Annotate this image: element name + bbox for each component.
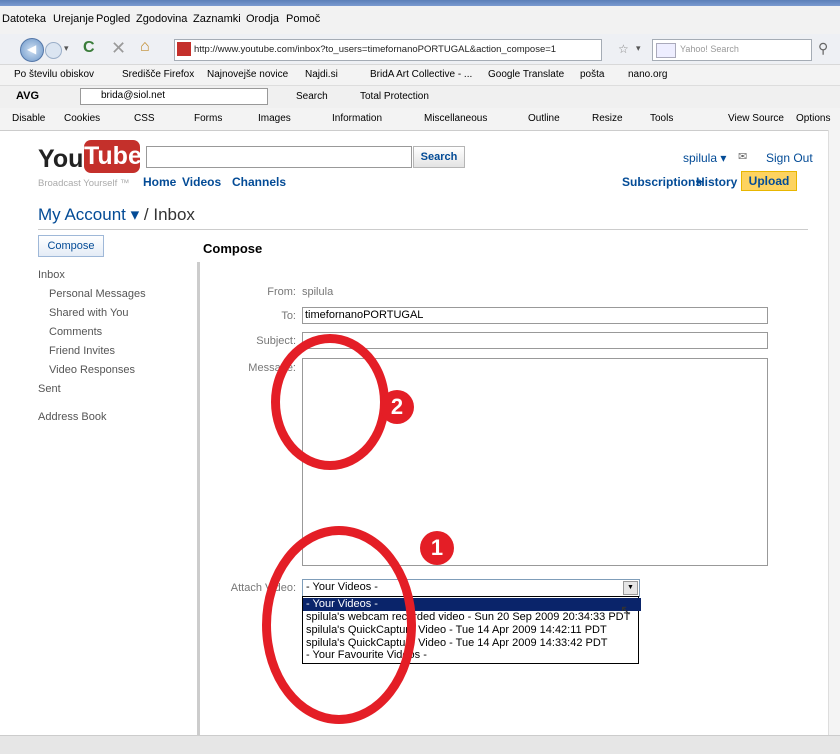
bookmark-most-visited[interactable]: Po številu obiskov	[14, 69, 94, 80]
dev-resize[interactable]: Resize	[592, 113, 623, 124]
bookmark-posta[interactable]: pošta	[580, 69, 604, 80]
site-favicon-icon	[177, 42, 191, 56]
search-engine-box[interactable]: Yahoo! Search	[652, 39, 812, 61]
avg-email-box[interactable]: brida@siol.net	[80, 88, 268, 105]
dev-images[interactable]: Images	[258, 113, 291, 124]
header-divider	[38, 229, 808, 230]
menu-tools[interactable]: Orodja	[246, 13, 279, 25]
menu-help[interactable]: Pomoč	[286, 13, 320, 25]
sidebar-inbox[interactable]: Inbox	[38, 269, 65, 281]
youtube-logo-you[interactable]: You	[38, 145, 83, 174]
dev-disable[interactable]: Disable	[12, 113, 45, 124]
to-label: To:	[281, 310, 296, 322]
annotation-badge-2: 2	[380, 390, 414, 424]
avg-protection-button[interactable]: Total Protection	[360, 91, 429, 102]
bookmark-google-translate[interactable]: Google Translate	[488, 69, 564, 80]
annotation-circle-2	[271, 334, 389, 470]
dev-information[interactable]: Information	[332, 113, 382, 124]
url-dropdown-icon[interactable]: ▾	[636, 43, 641, 54]
from-value: spilula	[302, 286, 334, 298]
youtube-logo-tube[interactable]: Tube	[84, 140, 142, 173]
bookmarks-toolbar: Po številu obiskov Središče Firefox Najn…	[0, 65, 840, 86]
back-button[interactable]: ◀	[20, 38, 44, 62]
url-bar[interactable]: http://www.youtube.com/inbox?to_users=ti…	[174, 39, 602, 61]
breadcrumb: My Account ▾ / Inbox	[38, 205, 195, 225]
menu-history[interactable]: Zgodovina	[136, 13, 187, 25]
bookmark-najdi[interactable]: Najdi.si	[305, 69, 338, 80]
sidebar-sent[interactable]: Sent	[38, 383, 61, 395]
sidebar-divider	[197, 262, 200, 742]
menu-file[interactable]: Datoteka	[2, 13, 46, 25]
bookmark-nano[interactable]: nano.org	[628, 69, 667, 80]
nav-home[interactable]: Home	[143, 175, 176, 189]
menu-bar: Datoteka Urejanje Pogled Zgodovina Zazna…	[0, 6, 840, 34]
bookmark-latest-news[interactable]: Najnovejše novice	[207, 69, 288, 80]
bookmark-star-icon[interactable]: ☆	[618, 42, 629, 56]
sidebar-address-book[interactable]: Address Book	[38, 411, 106, 423]
to-field[interactable]: timefornanoPORTUGAL	[302, 307, 768, 324]
chevron-down-icon[interactable]: ▼	[623, 581, 638, 595]
menu-edit[interactable]: Urejanje	[53, 13, 94, 25]
dev-outline[interactable]: Outline	[528, 113, 560, 124]
dev-cookies[interactable]: Cookies	[64, 113, 100, 124]
sidebar-friend-invites[interactable]: Friend Invites	[49, 345, 115, 357]
search-go-icon[interactable]: ⚲	[818, 40, 828, 57]
to-field-value: timefornanoPORTUGAL	[305, 309, 424, 321]
dev-options[interactable]: Options	[796, 113, 830, 124]
dev-view-source[interactable]: View Source	[728, 113, 784, 124]
youtube-search-button[interactable]: Search	[413, 146, 465, 168]
avg-email: brida@siol.net	[101, 90, 166, 101]
dev-miscellaneous[interactable]: Miscellaneous	[424, 113, 487, 124]
sidebar-shared-with-you[interactable]: Shared with You	[49, 307, 129, 319]
home-icon[interactable]: ⌂	[140, 38, 150, 56]
annotation-circle-1	[262, 526, 416, 724]
breadcrumb-inbox: Inbox	[153, 205, 195, 224]
menu-bookmarks[interactable]: Zaznamki	[193, 13, 241, 25]
bookmark-firefox-central[interactable]: Središče Firefox	[122, 69, 194, 80]
sidebar-comments[interactable]: Comments	[49, 326, 102, 338]
sign-out-link[interactable]: Sign Out	[766, 151, 813, 165]
history-link[interactable]: History	[696, 175, 737, 189]
nav-videos[interactable]: Videos	[182, 175, 221, 189]
search-engine-icon[interactable]	[656, 43, 676, 58]
breadcrumb-my-account[interactable]: My Account ▾	[38, 205, 139, 224]
subscriptions-link[interactable]: Subscriptions	[622, 175, 702, 189]
compose-button[interactable]: Compose	[38, 235, 104, 257]
youtube-tagline: Broadcast Yourself ™	[38, 178, 130, 189]
upload-button[interactable]: Upload	[741, 171, 797, 191]
youtube-search-input[interactable]	[146, 146, 412, 168]
forward-button[interactable]	[45, 42, 62, 59]
nav-channels[interactable]: Channels	[232, 175, 286, 189]
mouse-cursor-icon: ↖	[620, 602, 632, 618]
url-text: http://www.youtube.com/inbox?to_users=ti…	[194, 44, 557, 55]
avg-logo[interactable]: AVG	[16, 90, 39, 102]
subject-label: Subject:	[256, 335, 296, 347]
history-dropdown-icon[interactable]: ▾	[64, 43, 69, 54]
menu-view[interactable]: Pogled	[96, 13, 130, 25]
dev-tools[interactable]: Tools	[650, 113, 673, 124]
back-arrow-icon: ◀	[27, 42, 37, 56]
sidebar-personal-messages[interactable]: Personal Messages	[49, 288, 146, 300]
status-bar	[0, 735, 840, 754]
compose-title: Compose	[203, 241, 263, 256]
reload-icon[interactable]: C	[83, 39, 95, 57]
user-menu[interactable]: spilula ▾	[683, 151, 726, 165]
vertical-scrollbar[interactable]	[828, 130, 840, 735]
dev-css[interactable]: CSS	[134, 113, 155, 124]
avg-search-button[interactable]: Search	[296, 91, 328, 102]
mail-icon[interactable]: ✉	[738, 150, 747, 163]
subject-field[interactable]	[302, 332, 768, 349]
stop-icon[interactable]: ✕	[111, 38, 126, 59]
breadcrumb-separator: /	[143, 205, 149, 224]
bookmark-brida[interactable]: BridA Art Collective - ...	[370, 69, 472, 80]
annotation-badge-1: 1	[420, 531, 454, 565]
search-placeholder: Yahoo! Search	[680, 44, 739, 54]
avg-toolbar: AVG brida@siol.net Search Total Protecti…	[0, 86, 840, 109]
web-developer-toolbar: Disable Cookies CSS Forms Images Informa…	[0, 108, 840, 131]
dev-forms[interactable]: Forms	[194, 113, 222, 124]
from-label: From:	[267, 286, 296, 298]
sidebar-video-responses[interactable]: Video Responses	[49, 364, 135, 376]
